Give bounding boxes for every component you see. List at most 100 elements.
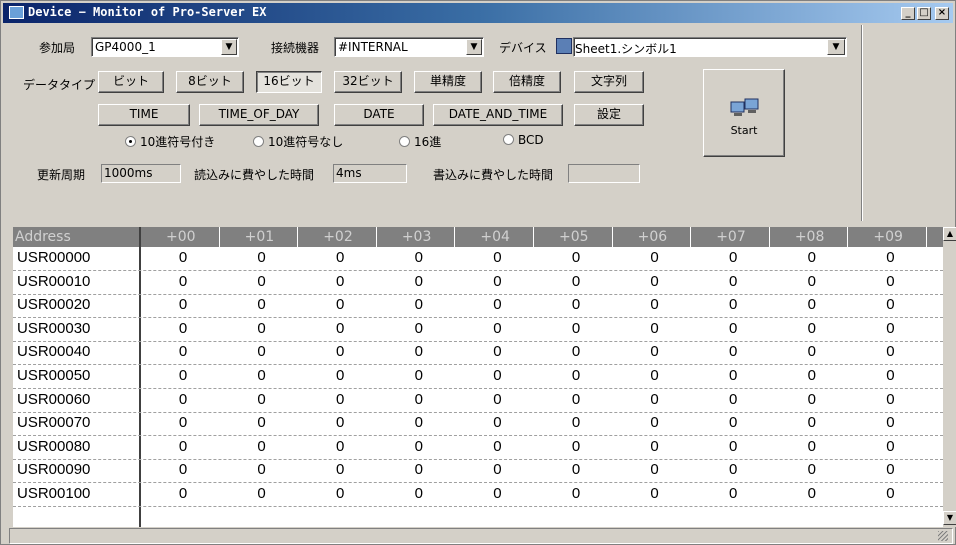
value-cell[interactable]: 0	[242, 438, 282, 455]
table-row[interactable]: USR00080 0 0 0 0 0 0 0 0 0 0	[13, 437, 943, 460]
value-cell[interactable]: 0	[399, 273, 439, 290]
value-cell[interactable]: 0	[399, 414, 439, 431]
value-cell[interactable]: 0	[556, 485, 596, 502]
radio-signed-decimal[interactable]: 10進符号付き	[125, 133, 215, 150]
value-cell[interactable]: 0	[870, 343, 910, 360]
value-cell[interactable]: 0	[242, 343, 282, 360]
value-cell[interactable]: 0	[792, 414, 832, 431]
scroll-down-button[interactable]: ▼	[943, 511, 956, 525]
value-cell[interactable]: 0	[163, 391, 203, 408]
value-cell[interactable]: 0	[870, 438, 910, 455]
value-cell[interactable]: 0	[320, 320, 360, 337]
value-cell[interactable]: 0	[320, 273, 360, 290]
value-cell[interactable]: 0	[163, 485, 203, 502]
value-cell[interactable]: 0	[242, 391, 282, 408]
value-cell[interactable]: 0	[713, 296, 753, 313]
value-cell[interactable]: 0	[320, 485, 360, 502]
value-cell[interactable]: 0	[477, 367, 517, 384]
datatype-date-button[interactable]: DATE	[334, 104, 424, 126]
value-cell[interactable]: 0	[870, 414, 910, 431]
radio-hex[interactable]: 16進	[399, 133, 441, 150]
table-row[interactable]: USR00060 0 0 0 0 0 0 0 0 0 0	[13, 390, 943, 413]
value-cell[interactable]: 0	[320, 461, 360, 478]
value-cell[interactable]: 0	[163, 367, 203, 384]
device-select[interactable]: #INTERNAL ▼	[334, 37, 484, 57]
value-cell[interactable]: 0	[713, 249, 753, 266]
value-cell[interactable]: 0	[792, 485, 832, 502]
value-cell[interactable]: 0	[556, 273, 596, 290]
value-cell[interactable]: 0	[792, 249, 832, 266]
table-row[interactable]: USR00050 0 0 0 0 0 0 0 0 0 0	[13, 366, 943, 389]
resize-grip-icon[interactable]	[938, 531, 948, 541]
chevron-down-icon[interactable]: ▼	[221, 39, 237, 55]
radio-unsigned-decimal[interactable]: 10進符号なし	[253, 133, 343, 150]
value-cell[interactable]: 0	[163, 438, 203, 455]
value-cell[interactable]: 0	[242, 485, 282, 502]
value-cell[interactable]: 0	[399, 461, 439, 478]
value-cell[interactable]: 0	[556, 296, 596, 313]
datatype-single-button[interactable]: 単精度	[414, 71, 482, 93]
value-cell[interactable]: 0	[242, 320, 282, 337]
value-cell[interactable]: 0	[242, 273, 282, 290]
value-cell[interactable]: 0	[792, 320, 832, 337]
minimize-button[interactable]: _	[901, 7, 915, 20]
value-cell[interactable]: 0	[792, 296, 832, 313]
value-cell[interactable]: 0	[163, 414, 203, 431]
radio-bcd[interactable]: BCD	[503, 133, 544, 147]
value-cell[interactable]: 0	[477, 485, 517, 502]
value-cell[interactable]: 0	[870, 320, 910, 337]
value-cell[interactable]: 0	[477, 296, 517, 313]
value-cell[interactable]: 0	[792, 273, 832, 290]
table-row[interactable]: USR00040 0 0 0 0 0 0 0 0 0 0	[13, 342, 943, 366]
value-cell[interactable]: 0	[399, 485, 439, 502]
value-cell[interactable]: 0	[320, 367, 360, 384]
value-cell[interactable]: 0	[399, 320, 439, 337]
value-cell[interactable]: 0	[399, 249, 439, 266]
value-cell[interactable]: 0	[792, 461, 832, 478]
value-cell[interactable]: 0	[792, 343, 832, 360]
value-cell[interactable]: 0	[163, 296, 203, 313]
vertical-scrollbar[interactable]: ▲ ▼	[943, 227, 956, 527]
datatype-time-button[interactable]: TIME	[98, 104, 190, 126]
value-cell[interactable]: 0	[713, 320, 753, 337]
value-cell[interactable]: 0	[713, 438, 753, 455]
value-cell[interactable]: 0	[163, 273, 203, 290]
datatype-double-button[interactable]: 倍精度	[493, 71, 561, 93]
value-cell[interactable]: 0	[242, 367, 282, 384]
datatype-date-and-time-button[interactable]: DATE_AND_TIME	[433, 104, 563, 126]
value-cell[interactable]: 0	[320, 414, 360, 431]
maximize-button[interactable]: □	[917, 7, 931, 20]
value-cell[interactable]: 0	[477, 273, 517, 290]
value-cell[interactable]: 0	[870, 461, 910, 478]
value-cell[interactable]: 0	[635, 367, 675, 384]
settings-button[interactable]: 設定	[574, 104, 644, 126]
value-cell[interactable]: 0	[713, 461, 753, 478]
value-cell[interactable]: 0	[635, 438, 675, 455]
value-cell[interactable]: 0	[163, 320, 203, 337]
value-cell[interactable]: 0	[399, 438, 439, 455]
value-cell[interactable]: 0	[556, 249, 596, 266]
value-cell[interactable]: 0	[556, 367, 596, 384]
chevron-down-icon[interactable]: ▼	[466, 39, 482, 55]
value-cell[interactable]: 0	[477, 249, 517, 266]
value-cell[interactable]: 0	[399, 296, 439, 313]
value-cell[interactable]: 0	[635, 296, 675, 313]
value-cell[interactable]: 0	[399, 391, 439, 408]
value-cell[interactable]: 0	[320, 438, 360, 455]
value-cell[interactable]: 0	[870, 249, 910, 266]
value-cell[interactable]: 0	[635, 414, 675, 431]
scroll-up-button[interactable]: ▲	[943, 227, 956, 241]
value-cell[interactable]: 0	[713, 391, 753, 408]
value-cell[interactable]: 0	[556, 414, 596, 431]
value-cell[interactable]: 0	[477, 320, 517, 337]
close-button[interactable]: ×	[935, 7, 949, 20]
start-button[interactable]: Start	[703, 69, 785, 157]
value-cell[interactable]: 0	[792, 391, 832, 408]
table-row[interactable]: USR00090 0 0 0 0 0 0 0 0 0 0	[13, 460, 943, 484]
value-cell[interactable]: 0	[320, 249, 360, 266]
table-row[interactable]: USR00010 0 0 0 0 0 0 0 0 0 0	[13, 272, 943, 295]
value-cell[interactable]: 0	[477, 343, 517, 360]
value-cell[interactable]: 0	[477, 414, 517, 431]
value-cell[interactable]: 0	[477, 391, 517, 408]
table-row[interactable]: USR00020 0 0 0 0 0 0 0 0 0 0	[13, 295, 943, 319]
